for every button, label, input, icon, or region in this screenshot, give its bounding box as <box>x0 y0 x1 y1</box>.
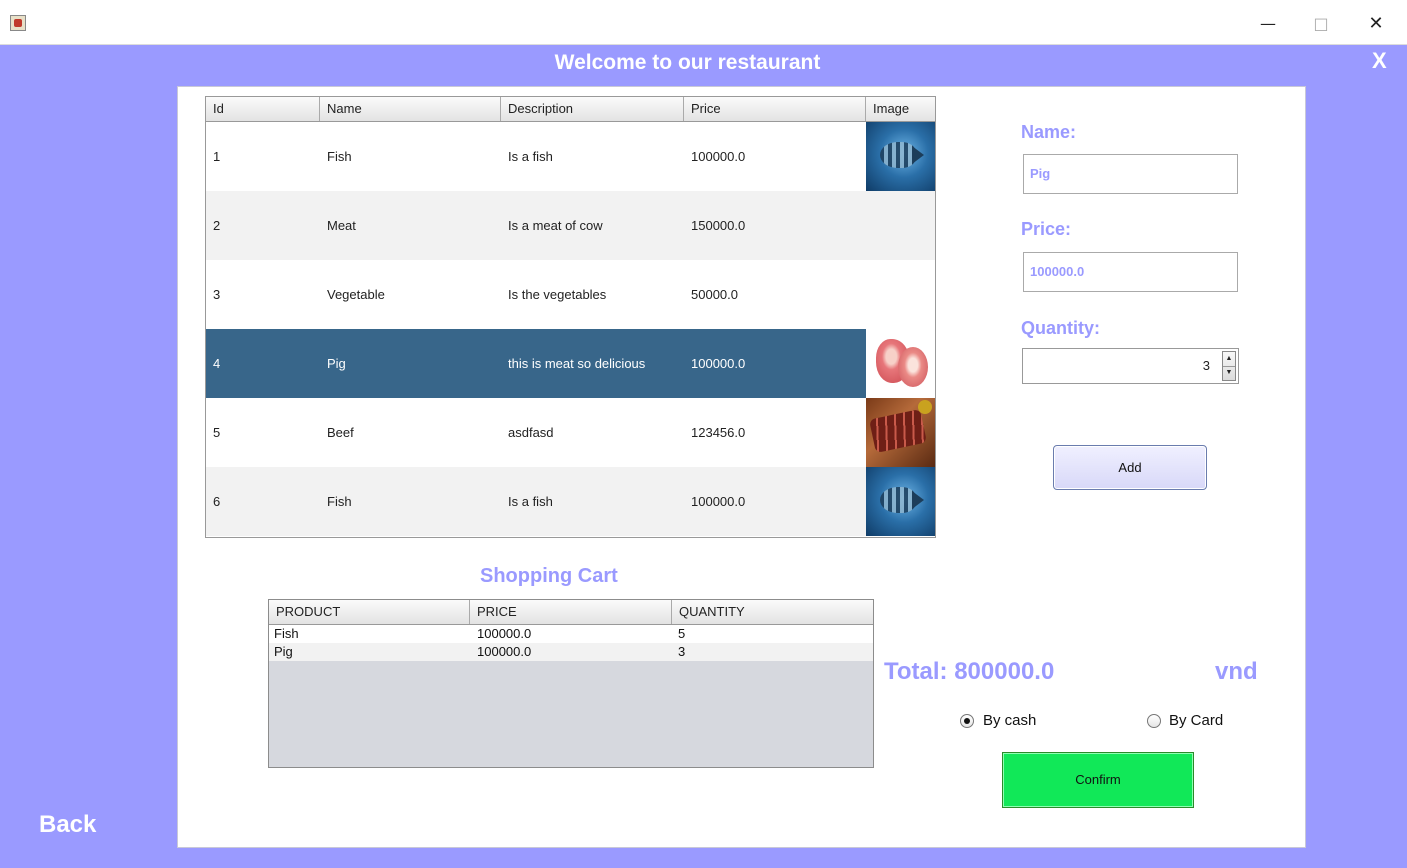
cell-name: Fish <box>327 149 352 164</box>
cell-name: Beef <box>327 425 354 440</box>
cell-price: 150000.0 <box>691 218 746 233</box>
quantity-value: 3 <box>1202 358 1210 373</box>
column-header-price[interactable]: Price <box>684 97 866 121</box>
stepper-buttons: ▲ ▼ <box>1222 351 1236 381</box>
window-close-icon[interactable]: ✕ <box>1353 8 1399 38</box>
price-field[interactable]: 100000.0 <box>1023 252 1238 292</box>
column-header-name[interactable]: Name <box>320 97 501 121</box>
back-button[interactable]: Back <box>39 811 96 839</box>
increment-icon[interactable]: ▲ <box>1223 352 1235 367</box>
currency-label: vnd <box>1215 658 1258 685</box>
cell-price: 100000.0 <box>691 149 746 164</box>
cart-cell-price: 100000.0 <box>477 644 532 659</box>
cell-id: 2 <box>213 218 221 233</box>
cell-price: 100000.0 <box>691 494 746 509</box>
cart-title: Shopping Cart <box>480 565 618 587</box>
maximize-icon[interactable]: □ <box>1298 8 1344 38</box>
by-card-radio[interactable] <box>1147 714 1161 728</box>
by-cash-label[interactable]: By cash <box>983 712 1036 729</box>
cell-name: Fish <box>327 494 352 509</box>
decrement-icon[interactable]: ▼ <box>1223 366 1235 380</box>
cell-description: Is a fish <box>508 494 553 509</box>
table-row[interactable]: 6 Fish Is a fish 100000.0 <box>206 467 935 536</box>
confirm-button[interactable]: Confirm <box>1002 752 1194 808</box>
pork-image <box>866 329 935 398</box>
table-row[interactable]: 2 Meat Is a meat of cow 150000.0 <box>206 191 935 260</box>
cell-description: this is meat so delicious <box>508 356 646 371</box>
window-titlebar: — □ ✕ <box>0 0 1407 45</box>
cell-price: 100000.0 <box>691 356 746 371</box>
cell-id: 4 <box>213 356 221 371</box>
cell-description: Is a meat of cow <box>508 218 603 233</box>
table-row[interactable]: 3 Vegetable Is the vegetables 50000.0 <box>206 260 935 329</box>
cell-price: 50000.0 <box>691 287 738 302</box>
java-app-icon <box>10 15 26 31</box>
cell-id: 5 <box>213 425 221 440</box>
table-row[interactable]: 1 Fish Is a fish 100000.0 <box>206 122 935 191</box>
fish-image <box>866 467 935 536</box>
cell-description: asdfasd <box>508 425 554 440</box>
price-label: Price: <box>1021 219 1072 239</box>
column-header-id[interactable]: Id <box>206 97 320 121</box>
add-button[interactable]: Add <box>1053 445 1207 490</box>
cell-description: Is a fish <box>508 149 553 164</box>
by-cash-radio[interactable] <box>960 714 974 728</box>
column-header-image[interactable]: Image <box>866 97 935 121</box>
column-header-product[interactable]: PRODUCT <box>269 600 470 624</box>
cell-name: Vegetable <box>327 287 385 302</box>
cell-id: 6 <box>213 494 221 509</box>
by-card-label[interactable]: By Card <box>1169 712 1223 729</box>
name-field[interactable]: Pig <box>1023 154 1238 194</box>
minimize-icon[interactable]: — <box>1245 8 1291 38</box>
cart-cell-price: 100000.0 <box>477 626 532 641</box>
table-row-selected[interactable]: 4 Pig this is meat so delicious 100000.0 <box>206 329 935 398</box>
cart-cell-product: Fish <box>274 626 299 641</box>
cell-description: Is the vegetables <box>508 287 607 302</box>
page-title: Welcome to our restaurant <box>554 51 821 74</box>
menu-table-header: Id Name Description Price Image <box>206 97 935 122</box>
table-row[interactable]: 5 Beef asdfasd 123456.0 <box>206 398 935 467</box>
cell-name: Pig <box>327 356 346 371</box>
cart-row[interactable]: Fish 100000.0 5 <box>269 625 873 643</box>
cell-id: 3 <box>213 287 221 302</box>
fish-image <box>866 122 935 191</box>
cell-price: 123456.0 <box>691 425 746 440</box>
close-button[interactable]: X <box>1372 48 1387 74</box>
cart-table-header: PRODUCT PRICE QUANTITY <box>269 600 873 625</box>
cart-row[interactable]: Pig 100000.0 3 <box>269 643 873 661</box>
cart-cell-quantity: 5 <box>678 626 686 641</box>
column-header-description[interactable]: Description <box>501 97 684 121</box>
column-header-quantity[interactable]: QUANTITY <box>672 600 873 624</box>
quantity-label: Quantity: <box>1021 318 1100 338</box>
cart-cell-product: Pig <box>274 644 293 659</box>
total-label: Total: 800000.0 <box>884 658 1055 685</box>
beef-image <box>866 398 935 467</box>
quantity-stepper[interactable]: 3 ▲ ▼ <box>1022 348 1239 384</box>
name-label: Name: <box>1021 122 1077 142</box>
cell-name: Meat <box>327 218 356 233</box>
menu-table[interactable]: Id Name Description Price Image 1 Fish I… <box>205 96 936 538</box>
cart-table[interactable]: PRODUCT PRICE QUANTITY Fish 100000.0 5 P… <box>268 599 874 768</box>
column-header-price[interactable]: PRICE <box>470 600 672 624</box>
cart-cell-quantity: 3 <box>678 644 686 659</box>
cell-id: 1 <box>213 149 221 164</box>
